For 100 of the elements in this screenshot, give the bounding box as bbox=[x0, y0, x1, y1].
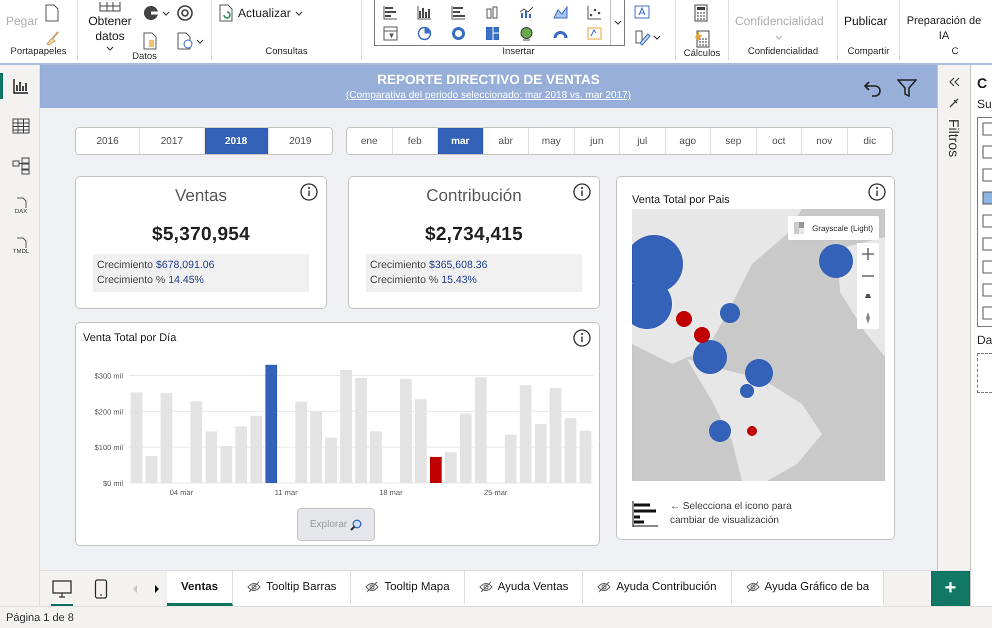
info-icon[interactable] bbox=[573, 329, 591, 347]
get-data-button[interactable]: Obtener datos bbox=[84, 2, 136, 51]
bar[interactable] bbox=[430, 456, 442, 483]
page-tab[interactable]: Ventas bbox=[167, 571, 234, 606]
bar-chart-icon[interactable] bbox=[383, 4, 398, 20]
map-bubble[interactable] bbox=[745, 359, 773, 387]
treemap-icon[interactable] bbox=[485, 26, 500, 40]
page-tab[interactable]: Tooltip Barras bbox=[233, 571, 352, 606]
next-icon[interactable] bbox=[153, 584, 161, 594]
card-title: Contribución bbox=[426, 186, 522, 206]
report-subtitle: (Comparativa del periodo seleccionado: mar 2018 vs. mar 2017) bbox=[346, 90, 632, 101]
year-option[interactable]: 2019 bbox=[268, 128, 332, 154]
calculator-icon[interactable] bbox=[694, 4, 708, 22]
growth-label: Crecimiento bbox=[370, 258, 426, 273]
page-tab[interactable]: Ayuda Gráfico de ba bbox=[732, 571, 884, 606]
chart-title: Venta Total por Día bbox=[83, 332, 176, 344]
map-bubble[interactable] bbox=[819, 244, 853, 278]
page-tab[interactable]: Ayuda Ventas bbox=[464, 571, 584, 606]
chevron-down-icon bbox=[653, 34, 661, 40]
map-bubble[interactable] bbox=[747, 426, 757, 436]
group-label: Cálculos bbox=[684, 48, 720, 60]
map-style-icon bbox=[794, 222, 804, 234]
map-bubble[interactable] bbox=[693, 340, 727, 374]
bar[interactable] bbox=[265, 364, 278, 483]
month-option[interactable]: may bbox=[529, 128, 574, 154]
filter-icon[interactable] bbox=[897, 78, 917, 98]
refresh-document-icon bbox=[218, 4, 234, 22]
donut-chart-icon[interactable] bbox=[451, 26, 466, 40]
info-icon[interactable] bbox=[573, 183, 591, 201]
month-option[interactable]: ago bbox=[666, 128, 711, 154]
card-value: $5,370,954 bbox=[152, 224, 250, 246]
page-tab[interactable]: Tooltip Mapa bbox=[351, 571, 465, 606]
visual-type-icon[interactable] bbox=[982, 283, 992, 297]
column-chart-icon[interactable] bbox=[485, 4, 500, 20]
hidden-eye-icon bbox=[597, 581, 612, 593]
pin-icon[interactable] bbox=[948, 97, 960, 109]
pane-label: Su bbox=[977, 97, 992, 111]
chevron-down-icon bbox=[775, 35, 784, 40]
growth-value: 15.43% bbox=[441, 273, 477, 288]
month-option[interactable]: abr bbox=[484, 128, 529, 154]
filters-title: Filtros bbox=[946, 119, 962, 158]
group-label: Datos bbox=[132, 51, 157, 62]
add-page-button[interactable]: + bbox=[931, 571, 970, 606]
publish-button[interactable]: Publicar bbox=[844, 2, 888, 29]
month-option[interactable]: nov bbox=[802, 128, 848, 154]
visual-type-icon[interactable] bbox=[982, 306, 992, 320]
visual-type-icon[interactable] bbox=[982, 260, 992, 274]
info-icon[interactable] bbox=[300, 183, 318, 201]
column-chart-icon[interactable] bbox=[417, 4, 432, 20]
group-label: Compartir bbox=[848, 46, 890, 59]
funnel-table-icon[interactable] bbox=[383, 26, 398, 40]
area-chart-icon[interactable] bbox=[553, 4, 568, 20]
month-option[interactable]: jun bbox=[574, 128, 620, 154]
pane-title: C bbox=[977, 75, 988, 91]
map-bubble[interactable] bbox=[740, 384, 754, 398]
visual-type-icon[interactable] bbox=[982, 214, 992, 228]
bar-chart-icon bbox=[12, 77, 30, 95]
scatter-chart-icon[interactable] bbox=[587, 4, 602, 20]
text-box-icon[interactable] bbox=[633, 4, 651, 20]
map-title: Venta Total por Pais bbox=[632, 194, 730, 206]
document-clock-icon[interactable] bbox=[176, 32, 194, 50]
table-icon bbox=[12, 117, 30, 135]
map-bubble[interactable] bbox=[694, 327, 710, 343]
collapse-icon[interactable] bbox=[948, 77, 960, 87]
page-tab[interactable]: Ayuda Contribución bbox=[583, 571, 732, 606]
month-option[interactable]: sep bbox=[711, 128, 756, 154]
drop-zone bbox=[977, 353, 992, 393]
search-icon bbox=[350, 518, 362, 530]
chevron-down-icon bbox=[294, 10, 303, 16]
month-option[interactable]: oct bbox=[756, 128, 802, 154]
year-option[interactable]: 2018 bbox=[204, 128, 269, 154]
month-option[interactable]: dic bbox=[848, 128, 892, 154]
copy-icon bbox=[44, 4, 60, 22]
ai-prep-button[interactable]: Preparación de IA bbox=[902, 2, 986, 44]
card-value: $2,734,415 bbox=[424, 224, 524, 246]
group-label: Consultas bbox=[265, 46, 308, 59]
visual-type-icon[interactable] bbox=[982, 145, 992, 159]
info-icon[interactable] bbox=[868, 183, 886, 201]
map-bubble[interactable] bbox=[709, 420, 731, 442]
map-bubble[interactable] bbox=[720, 303, 740, 323]
bar-chart-icon[interactable] bbox=[451, 4, 466, 20]
visual-type-icon[interactable] bbox=[982, 122, 992, 136]
pane-label: Da bbox=[977, 333, 992, 347]
visual-type-icon[interactable] bbox=[982, 191, 992, 205]
visual-type-icon[interactable] bbox=[982, 237, 992, 251]
growth-label: Crecimiento % bbox=[370, 273, 438, 288]
growth-label: Crecimiento bbox=[97, 258, 154, 273]
combo-chart-icon[interactable] bbox=[519, 4, 534, 20]
shapes-pen-icon[interactable] bbox=[633, 28, 651, 46]
map-bubble[interactable] bbox=[676, 311, 692, 327]
bar-chart-icon[interactable] bbox=[632, 501, 658, 527]
month-option[interactable]: ene bbox=[347, 128, 392, 154]
globe-icon[interactable] bbox=[519, 26, 534, 40]
year-option[interactable]: 2016 bbox=[76, 128, 140, 154]
visual-type-icon[interactable] bbox=[982, 168, 992, 182]
month-option[interactable]: jul bbox=[620, 128, 666, 154]
map-style-button[interactable]: Grayscale (Light) bbox=[788, 216, 879, 240]
month-option[interactable]: mar bbox=[438, 128, 484, 154]
refresh-button[interactable]: Actualizar bbox=[218, 2, 303, 22]
pie-chart-icon[interactable] bbox=[417, 26, 432, 40]
